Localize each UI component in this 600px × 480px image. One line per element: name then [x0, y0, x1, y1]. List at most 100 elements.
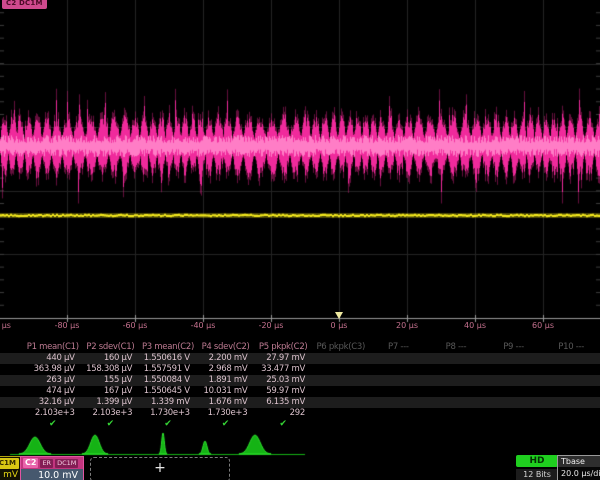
status-check-icon: ✔ [82, 419, 140, 430]
measurement-cell: 1.730e+3 [139, 408, 197, 419]
timebase-value: 20.0 µs/div [558, 467, 600, 480]
measurement-cell [427, 364, 485, 375]
c1-scale-value: 10.0 mV [0, 469, 21, 480]
status-check-icon: ✔ [197, 419, 255, 430]
param-header[interactable]: P7 --- [370, 341, 428, 353]
measurement-cell [542, 364, 600, 375]
measurement-cell [312, 375, 370, 386]
measurement-cell: 1.550084 V [139, 375, 197, 386]
time-tick-label: 60 µs [532, 321, 554, 330]
trace-label-text: C2 DC1M [6, 0, 43, 7]
param-header[interactable]: P6 pkpk(C3) [312, 341, 370, 353]
measurement-cell: 1.550645 V [139, 386, 197, 397]
measurement-table: P1 mean(C1)P2 sdev(C1)P3 mean(C2)P4 sdev… [0, 341, 600, 430]
measurement-cell [370, 353, 428, 364]
timebase-label: Tbase [558, 456, 600, 467]
timebase-box[interactable]: Tbase 20.0 µs/div [557, 455, 600, 480]
measurement-cell [370, 408, 428, 419]
measurement-cell: 1.730e+3 [197, 408, 255, 419]
measurement-cell [542, 397, 600, 408]
c1-coupling-badge: DC1M [0, 458, 19, 469]
measurement-cell [485, 375, 543, 386]
measurement-cell: 10.031 mV [197, 386, 255, 397]
measurement-cell [427, 397, 485, 408]
measurement-cell: 167 µV [82, 386, 140, 397]
measurement-cell [485, 408, 543, 419]
status-check-icon [427, 419, 485, 430]
param-header[interactable]: P3 mean(C2) [139, 341, 197, 353]
time-tick-label: -60 µs [123, 321, 148, 330]
channel-descriptor-c2[interactable]: C2 ER DC1M 10.0 mV [20, 456, 84, 480]
measurement-cell: 33.477 mV [254, 364, 312, 375]
measurement-cell: 6.135 mV [254, 397, 312, 408]
measurement-cell: 155 µV [82, 375, 140, 386]
trigger-time-marker[interactable] [335, 312, 343, 319]
time-tick-label: -20 µs [259, 321, 284, 330]
measurement-cell [370, 386, 428, 397]
param-header[interactable]: P1 mean(C1) [24, 341, 82, 353]
measurement-cell [312, 397, 370, 408]
time-tick-label: 0 µs [331, 321, 348, 330]
status-check-icon [370, 419, 428, 430]
measurement-cell: 474 µV [24, 386, 82, 397]
measurement-cell: 440 µV [24, 353, 82, 364]
measurement-cell [312, 386, 370, 397]
measurement-cell: 292 [254, 408, 312, 419]
measurement-cell: 160 µV [82, 353, 140, 364]
measurement-cell [370, 375, 428, 386]
measurement-cell: 1.557591 V [139, 364, 197, 375]
measurement-cell: 363.98 µV [24, 364, 82, 375]
measurement-cell [542, 386, 600, 397]
status-check-icon: ✔ [139, 419, 197, 430]
measurement-cell [485, 364, 543, 375]
time-tick-label: -80 µs [55, 321, 80, 330]
measurement-cell [485, 386, 543, 397]
measurement-cell [485, 353, 543, 364]
param-header[interactable]: P2 sdev(C1) [82, 341, 140, 353]
plus-icon: + [154, 460, 166, 476]
trace-label-badge: C2 DC1M [2, 0, 47, 9]
param-header[interactable]: P5 pkpk(C2) [254, 341, 312, 353]
measurement-cell: 158.308 µV [82, 364, 140, 375]
measurement-cell [542, 408, 600, 419]
measurement-cell [312, 408, 370, 419]
measurement-cell [427, 353, 485, 364]
add-trace-button[interactable]: + [90, 457, 230, 480]
hd-mode-badge[interactable]: HD [516, 455, 558, 467]
measurement-cell [312, 353, 370, 364]
param-header[interactable]: P4 sdev(C2) [197, 341, 255, 353]
param-header[interactable]: P10 --- [542, 341, 600, 353]
measurement-cell: 2.200 mV [197, 353, 255, 364]
measurement-cell: 32.16 µV [24, 397, 82, 408]
measurement-cell: 59.97 mV [254, 386, 312, 397]
measurement-cell [427, 375, 485, 386]
c2-coupling-badge: DC1M [55, 459, 78, 468]
measurement-cell [427, 386, 485, 397]
oscilloscope-screen: C2 DC1M -100 µs-80 µs-60 µs-40 µs-20 µs0… [0, 0, 600, 480]
measurement-cell [312, 364, 370, 375]
status-check-icon: ✔ [24, 419, 82, 430]
param-header[interactable]: P9 --- [485, 341, 543, 353]
status-check-icon [312, 419, 370, 430]
measurement-cell [542, 353, 600, 364]
measurement-cell [370, 364, 428, 375]
param-header[interactable]: P8 --- [427, 341, 485, 353]
measurement-cell: 1.676 mV [197, 397, 255, 408]
c2-scale-value: 10.0 mV [21, 469, 83, 480]
channel-descriptor-c1[interactable]: DC1M 10.0 mV [0, 456, 22, 480]
measurement-cell: 1.339 mV [139, 397, 197, 408]
measurement-cell: 27.97 mV [254, 353, 312, 364]
measurement-cell: 25.03 mV [254, 375, 312, 386]
status-check-icon [485, 419, 543, 430]
status-check-icon [542, 419, 600, 430]
measurement-cell [427, 408, 485, 419]
measurement-cell: 1.399 µV [82, 397, 140, 408]
measurement-cell: 263 µV [24, 375, 82, 386]
adc-bits-label: 12 Bits [516, 469, 558, 480]
measurement-cell [542, 375, 600, 386]
time-tick-label: -100 µs [0, 321, 11, 330]
c2-eres-badge: ER [40, 459, 53, 468]
status-check-icon: ✔ [254, 419, 312, 430]
c2-title: C2 [23, 458, 38, 468]
measurement-cell: 2.968 mV [197, 364, 255, 375]
